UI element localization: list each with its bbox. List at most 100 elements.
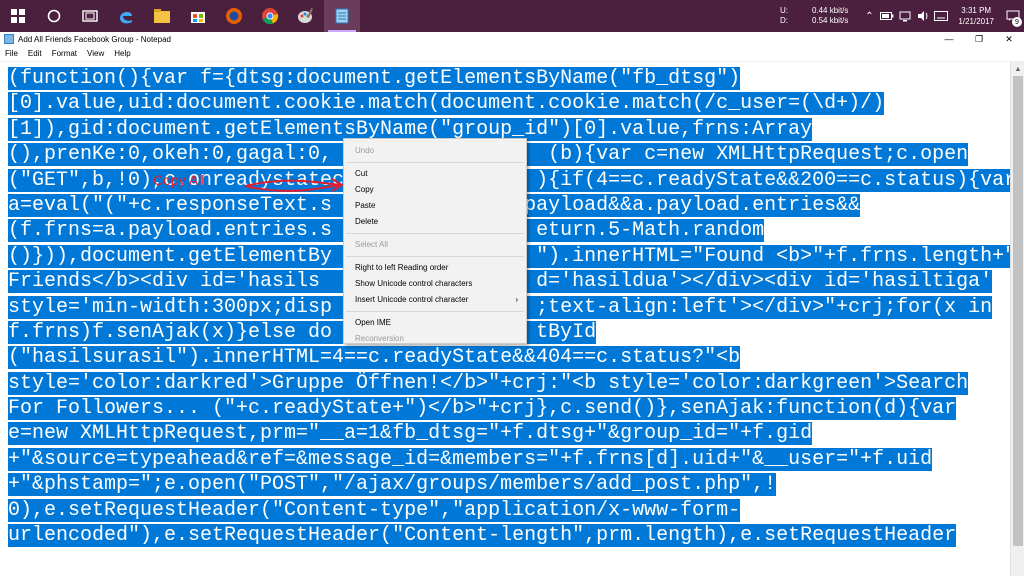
network-icon	[899, 11, 911, 22]
code-line: urlencoded"),e.setRequestHeader("Content…	[8, 523, 1010, 548]
context-menu-undo[interactable]: Undo	[344, 143, 526, 159]
volume-tray-button[interactable]	[914, 0, 932, 32]
start-button[interactable]	[0, 0, 36, 32]
notepad-icon	[335, 8, 349, 24]
window-title: Add All Friends Facebook Group - Notepad	[18, 34, 171, 44]
upload-value: 0.44 kbit/s	[811, 6, 849, 15]
selected-text: +"&source=typeahead&ref=&message_id=&mem…	[8, 447, 933, 471]
selected-text: +"&phstamp=";e.open("POST","/ajax/groups…	[8, 473, 777, 497]
code-line: 0),e.setRequestHeader("Content-type","ap…	[8, 498, 1010, 523]
clock-button[interactable]: 3:31 PM 1/21/2017	[958, 5, 994, 27]
menu-view[interactable]: View	[82, 49, 109, 58]
system-tray: U: D: 0.44 kbit/s 0.54 kbit/s ⌃ 3:31 PM …	[780, 0, 1024, 32]
task-view-button[interactable]	[72, 0, 108, 32]
keyboard-tray-button[interactable]	[932, 0, 950, 32]
context-menu-reconversion[interactable]: Reconversion	[344, 331, 526, 347]
clock-time: 3:31 PM	[961, 6, 992, 15]
notification-count-badge: 9	[1012, 17, 1022, 27]
context-menu: Undo Cut Copy Paste Delete Select All Ri…	[343, 138, 527, 344]
menu-separator	[346, 256, 524, 257]
menu-file[interactable]: File	[0, 49, 23, 58]
taskbar-app-edge[interactable]	[108, 0, 144, 32]
vertical-scrollbar[interactable]: ▲	[1010, 62, 1024, 576]
window-controls: — ❐ ✕	[934, 32, 1024, 46]
code-line: style='color:darkred'>Gruppe Öffnen!</b>…	[8, 371, 1010, 396]
download-label: D:	[779, 16, 788, 25]
context-menu-select-all[interactable]: Select All	[344, 237, 526, 253]
selected-text: 0),e.setRequestHeader("Content-type","ap…	[8, 498, 741, 522]
selected-text: style='color:darkred'>Gruppe Öffnen!</b>…	[8, 371, 969, 395]
menu-edit[interactable]: Edit	[23, 49, 47, 58]
paint-icon	[298, 8, 314, 23]
context-menu-insert-unicode[interactable]: Insert Unicode control character ›	[344, 292, 526, 308]
taskbar: U: D: 0.44 kbit/s 0.54 kbit/s ⌃ 3:31 PM …	[0, 0, 1024, 32]
chevron-up-icon: ⌃	[865, 10, 874, 22]
context-menu-rtl-reading-order[interactable]: Right to left Reading order	[344, 260, 526, 276]
code-line: (function(){var f={dtsg:document.getElem…	[8, 66, 1010, 91]
menu-format[interactable]: Format	[47, 49, 82, 58]
cortana-button[interactable]	[36, 0, 72, 32]
code-line: For Followers... ("+c.readyState+")</b>"…	[8, 396, 1010, 421]
menu-help[interactable]: Help	[109, 49, 135, 58]
firefox-icon	[226, 8, 242, 24]
file-explorer-icon	[154, 9, 170, 23]
selected-text: e=new XMLHttpRequest,prm="__a=1&fb_dtsg=…	[8, 422, 813, 446]
taskbar-app-paint[interactable]	[288, 0, 324, 32]
context-menu-cut[interactable]: Cut	[344, 166, 526, 182]
selected-text: ("hasilsurasil").innerHTML=4==c.readySta…	[8, 346, 741, 370]
context-menu-paste[interactable]: Paste	[344, 198, 526, 214]
action-center-button[interactable]: 9	[1002, 0, 1024, 32]
code-line: +"&phstamp=";e.open("POST","/ajax/groups…	[8, 472, 1010, 497]
battery-icon	[880, 12, 894, 20]
keyboard-icon	[934, 11, 949, 21]
windows-logo-icon	[11, 9, 25, 23]
context-menu-insert-unicode-label: Insert Unicode control character	[355, 295, 469, 304]
taskbar-app-firefox[interactable]	[216, 0, 252, 32]
taskbar-app-store[interactable]	[180, 0, 216, 32]
menu-bar: File Edit Format View Help	[0, 46, 1024, 62]
code-line: +"&source=typeahead&ref=&message_id=&mem…	[8, 447, 1010, 472]
code-line: e=new XMLHttpRequest,prm="__a=1&fb_dtsg=…	[8, 421, 1010, 446]
show-hidden-icons-button[interactable]: ⌃	[860, 0, 878, 32]
network-tray-button[interactable]	[896, 0, 914, 32]
red-arrow-annotation	[244, 178, 344, 192]
selected-text: urlencoded"),e.setRequestHeader("Content…	[8, 524, 957, 548]
clock-date: 1/21/2017	[958, 17, 994, 26]
context-menu-open-ime[interactable]: Open IME	[344, 315, 526, 331]
context-menu-show-unicode[interactable]: Show Unicode control characters	[344, 276, 526, 292]
triangle-up-icon: ▲	[1014, 65, 1022, 73]
taskbar-app-file-explorer[interactable]	[144, 0, 180, 32]
upload-label: U:	[779, 6, 788, 15]
window-titlebar[interactable]: Add All Friends Facebook Group - Notepad…	[0, 32, 1024, 46]
code-line: [0].value,uid:document.cookie.match(docu…	[8, 91, 1010, 116]
circle-icon	[47, 9, 61, 23]
minimize-button[interactable]: —	[934, 32, 964, 46]
scrollbar-thumb[interactable]	[1013, 76, 1023, 546]
copy-all-annotation: Copy All	[153, 172, 205, 188]
selected-text: [0].value,uid:document.cookie.match(docu…	[8, 92, 885, 116]
menu-separator	[346, 311, 524, 312]
network-speed-labels: U: D:	[780, 6, 788, 26]
context-menu-delete[interactable]: Delete	[344, 214, 526, 230]
download-value: 0.54 kbit/s	[811, 16, 849, 25]
speaker-icon	[918, 11, 928, 21]
restore-button[interactable]: ❐	[964, 32, 994, 46]
network-speed-values: 0.44 kbit/s 0.54 kbit/s	[812, 6, 848, 26]
notepad-icon	[4, 34, 14, 44]
selected-text: (function(){var f={dtsg:document.getElem…	[8, 67, 741, 90]
scroll-up-button[interactable]: ▲	[1011, 62, 1024, 76]
menu-separator	[346, 162, 524, 163]
submenu-arrow-icon: ›	[515, 295, 518, 304]
menu-separator	[346, 233, 524, 234]
store-icon	[191, 12, 205, 23]
code-line: ("hasilsurasil").innerHTML=4==c.readySta…	[8, 345, 1010, 370]
close-button[interactable]: ✕	[994, 32, 1024, 46]
taskbar-app-notepad[interactable]	[324, 0, 360, 32]
selected-text: For Followers... ("+c.readyState+")</b>"…	[8, 397, 957, 421]
chrome-icon	[262, 8, 279, 25]
context-menu-copy[interactable]: Copy	[344, 182, 526, 198]
edge-icon	[120, 12, 132, 24]
battery-tray-button[interactable]	[878, 0, 896, 32]
taskbar-app-chrome[interactable]	[252, 0, 288, 32]
task-view-icon	[82, 10, 98, 22]
